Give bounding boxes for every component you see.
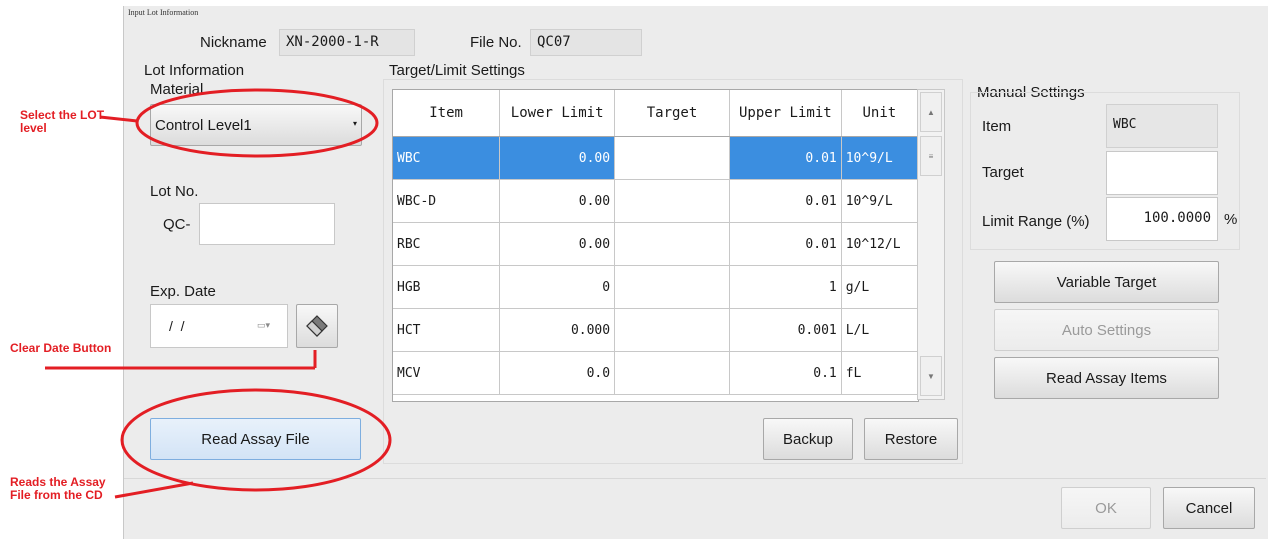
annotation-ellipse-material <box>135 88 379 158</box>
annotation-ellipse-read-assay <box>120 388 392 492</box>
annotation-arrow-material <box>99 115 138 123</box>
annotation-arrow-read-assay <box>114 481 194 499</box>
annotation-overlay <box>45 88 392 499</box>
